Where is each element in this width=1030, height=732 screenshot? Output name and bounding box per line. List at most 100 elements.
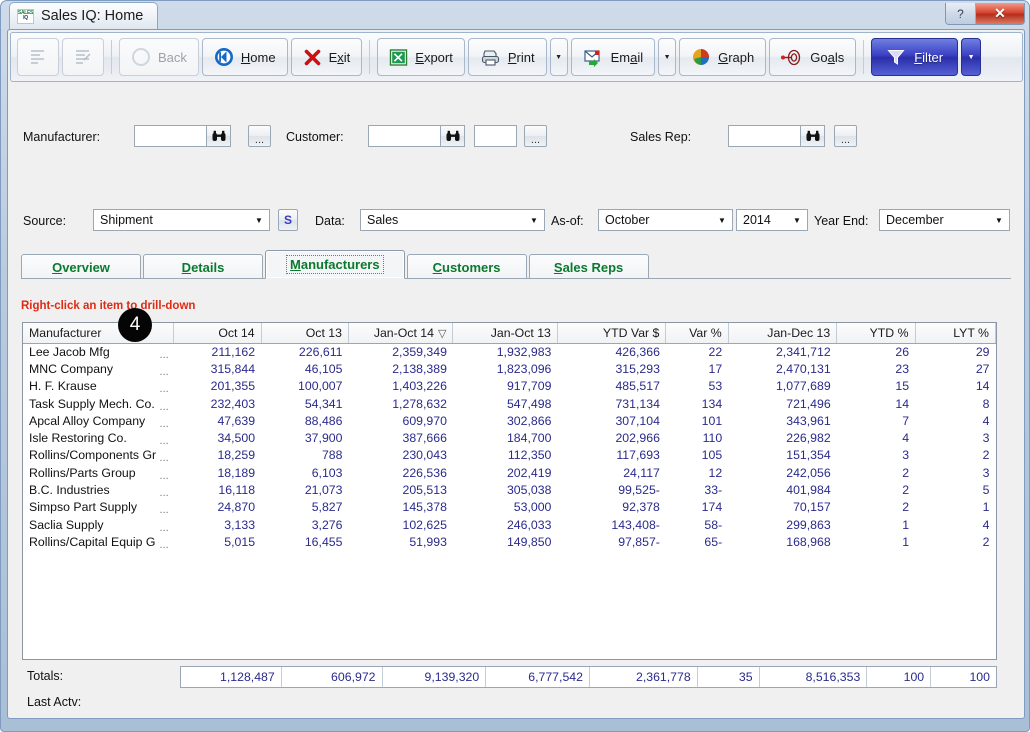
column-header-varpct[interactable]: Var %	[665, 323, 729, 344]
cell-varpct: 101	[666, 412, 728, 429]
cell-text: 230,043	[402, 448, 447, 463]
cell-varpct: 105	[666, 447, 728, 464]
table-row[interactable]: Rollins/Parts Group... 18,189 6,103 226,536…	[23, 464, 996, 481]
filter-button[interactable]: Filter	[871, 38, 959, 76]
table-row[interactable]: B.C. Industries... 16,118 21,073 205,513 305…	[23, 481, 996, 498]
table-row[interactable]: Saclia Supply... 3,133 3,276 102,625 246,033…	[23, 516, 996, 533]
sales-rep-input[interactable]	[729, 126, 800, 146]
customer-extra-field[interactable]	[474, 125, 517, 147]
cell-text: 3,276	[311, 517, 343, 532]
cell-text: 102,625	[402, 517, 447, 532]
print-button[interactable]: Print	[467, 38, 547, 76]
cell-text: 97,857-	[618, 534, 660, 549]
cell-oct14: 18,259	[174, 447, 261, 464]
column-header-label: Oct 14	[218, 325, 255, 340]
cell-text: 24,870	[217, 500, 256, 515]
table-row[interactable]: Rollins/Components Gr... 18,259 788 230,043…	[23, 447, 996, 464]
title-bar: SALES IQ Sales IQ: Home ? ✕	[1, 1, 1030, 29]
print-dropdown-button[interactable]: ▼	[549, 38, 568, 76]
cell-overflow-ellipsis: ...	[159, 521, 169, 534]
cell-text: 205,513	[402, 483, 447, 498]
table-row[interactable]: Simpso Part Supply... 24,870 5,827 145,378 5…	[23, 499, 996, 516]
graph-button[interactable]: Graph	[679, 38, 767, 76]
table-row[interactable]: Task Supply Mech. Co.... 232,403 54,341 1,2…	[23, 395, 996, 412]
table-row[interactable]: MNC Company... 315,844 46,105 2,138,389 1,82…	[23, 360, 996, 377]
column-header-lytpct[interactable]: LYT %	[915, 323, 996, 344]
manufacturer-input[interactable]	[135, 126, 206, 146]
exit-button[interactable]: Exit	[290, 38, 363, 76]
table-row[interactable]: Lee Jacob Mfg... 211,162 226,611 2,359,349 1…	[23, 343, 996, 360]
manufacturers-grid[interactable]: Manufacturer Oct 14 Oct 13 Jan-Oct 14 ▽ Jan-O…	[22, 322, 997, 660]
tab-details[interactable]: Details	[143, 254, 263, 279]
home-icon	[214, 47, 234, 67]
manufacturer-binoculars-icon[interactable]	[206, 126, 230, 146]
cell-overflow-ellipsis: ...	[159, 400, 169, 413]
pie-chart-icon	[691, 47, 711, 67]
sales-rep-more-button[interactable]: ...	[834, 125, 857, 147]
cell-text: 1,077,689	[775, 379, 831, 394]
column-header-ytdvar[interactable]: YTD Var $	[557, 323, 667, 344]
table-row[interactable]: H. F. Krause... 201,355 100,007 1,403,226 91…	[23, 378, 996, 395]
cell-text: H. F. Krause	[29, 379, 97, 394]
filter-dropdown-button[interactable]: ▼	[961, 38, 982, 76]
sales-rep-lookup[interactable]	[728, 125, 825, 147]
source-s-button[interactable]: S	[278, 209, 298, 231]
help-button[interactable]: ?	[946, 3, 976, 24]
cell-manufacturer: B.C. Industries...	[23, 481, 174, 498]
column-header-jandec13[interactable]: Jan-Dec 13	[728, 323, 838, 344]
email-button[interactable]: Email	[570, 38, 656, 76]
customer-binoculars-icon[interactable]	[440, 126, 464, 146]
cell-jandec13: 70,157	[728, 499, 837, 516]
cell-ytdvar: 315,293	[557, 360, 666, 377]
column-header-janoct13[interactable]: Jan-Oct 13	[452, 323, 558, 344]
window-title-tab[interactable]: SALES IQ Sales IQ: Home	[9, 2, 159, 29]
goals-button[interactable]: Goals	[769, 38, 857, 76]
column-header-oct14[interactable]: Oct 14	[173, 323, 262, 344]
sales-rep-binoculars-icon[interactable]	[800, 126, 824, 146]
cell-text: 54,341	[304, 396, 343, 411]
tab-details-label: Details	[181, 259, 225, 275]
as-of-month-select[interactable]: October ▼	[598, 209, 733, 231]
data-select[interactable]: Sales ▼	[360, 209, 545, 231]
outline-edit-button[interactable]	[62, 38, 104, 76]
cell-oct14: 211,162	[174, 343, 261, 360]
column-header-ytdpct[interactable]: YTD %	[836, 323, 916, 344]
customer-more-button[interactable]: ...	[524, 125, 547, 147]
cell-jandec13: 2,341,712	[728, 343, 837, 360]
close-button[interactable]: ✕	[976, 3, 1024, 24]
table-row[interactable]: Rollins/Capital Equip G... 5,015 16,455 51,…	[23, 533, 996, 550]
column-header-oct13[interactable]: Oct 13	[261, 323, 349, 344]
home-button[interactable]: Home	[201, 38, 288, 76]
cell-ytdvar: 97,857-	[557, 533, 666, 550]
manufacturer-more-button[interactable]: ...	[248, 125, 271, 147]
tab-manufacturers[interactable]: Manufacturers	[265, 250, 405, 279]
back-button[interactable]: Back	[119, 38, 199, 76]
cell-oct13: 5,827	[261, 499, 348, 516]
table-row[interactable]: Apcal Alloy Company... 47,639 88,486 609,97…	[23, 412, 996, 429]
tab-sales-reps[interactable]: Sales Reps	[528, 254, 649, 279]
year-end-select[interactable]: December ▼	[879, 209, 1010, 231]
cell-janoct14: 145,378	[348, 499, 452, 516]
as-of-year-select[interactable]: 2014 ▼	[736, 209, 808, 231]
cell-janoct13: 305,038	[453, 481, 557, 498]
column-header-janoct14[interactable]: Jan-Oct 14 ▽	[348, 323, 454, 344]
manufacturer-lookup[interactable]	[134, 125, 231, 147]
tab-customers[interactable]: Customers	[406, 254, 527, 279]
outline-collapse-button[interactable]	[17, 38, 59, 76]
cell-janoct14: 205,513	[348, 481, 452, 498]
table-row[interactable]: Isle Restoring Co.... 34,500 37,900 387,666…	[23, 429, 996, 446]
tab-overview[interactable]: Overview	[21, 254, 141, 279]
cell-ytdvar: 99,525-	[557, 481, 666, 498]
export-button[interactable]: Export	[377, 38, 465, 76]
email-dropdown-button[interactable]: ▼	[658, 38, 677, 76]
cell-oct13: 100,007	[261, 378, 348, 395]
cell-oct14: 315,844	[174, 360, 261, 377]
customer-input[interactable]	[369, 126, 440, 146]
chevron-down-icon: ▼	[718, 215, 726, 225]
cell-lytpct: 3	[915, 429, 995, 446]
cell-overflow-ellipsis: ...	[159, 366, 169, 378]
customer-lookup[interactable]	[368, 125, 465, 147]
totals-cell: 606,972	[282, 667, 383, 687]
cell-jandec13: 226,982	[728, 429, 837, 446]
source-select[interactable]: Shipment ▼	[93, 209, 270, 231]
